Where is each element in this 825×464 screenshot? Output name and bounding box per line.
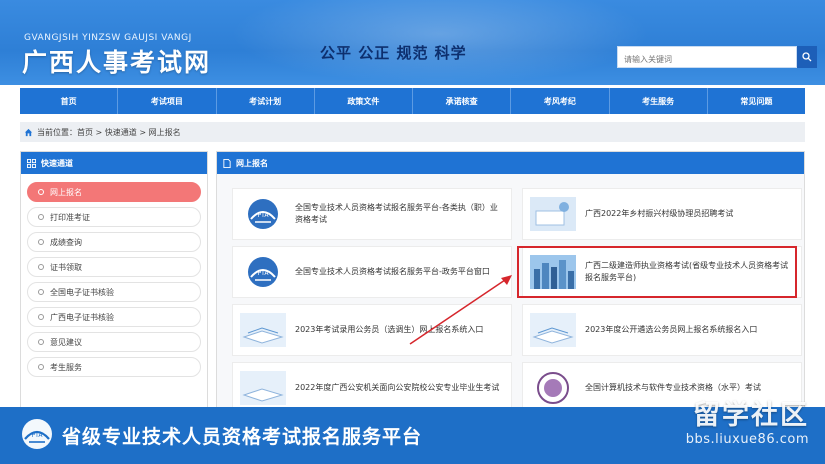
search-input[interactable] (618, 49, 796, 70)
bullet-icon (38, 264, 44, 270)
registration-card[interactable]: 广西2022年乡村振兴村级协理员招聘考试 (522, 188, 802, 240)
nav-item-exam-plan[interactable]: 考试计划 (217, 88, 315, 114)
card-title: 2023年考试录用公务员（选调生）网上报名系统入口 (295, 325, 484, 334)
bullet-icon (38, 239, 44, 245)
book-thumbnail-icon (239, 370, 287, 406)
card-title: 全国专业技术人员资格考试报名服务平台-政务平台窗口 (295, 267, 490, 276)
card-title: 广西二级建造师执业资格考试(省级专业技术人员资格考试报名服务平台) (585, 261, 789, 282)
sidebar-item-label: 成绩查询 (50, 237, 82, 247)
pta-logo-icon: PTA (20, 417, 54, 455)
search-box (617, 46, 797, 70)
site-pinyin: GVANGJSIH YINZSW GAUJSI VANGJ (24, 33, 192, 43)
grid-icon (27, 158, 36, 168)
sidebar-item-label: 考生服务 (50, 362, 82, 372)
banner-title: 省级专业技术人员资格考试报名服务平台 (62, 426, 423, 448)
svg-text:PTA: PTA (32, 432, 44, 439)
home-icon (24, 128, 33, 136)
watermark-url: bbs.liuxue86.com (685, 432, 809, 447)
sidebar-item-certificate[interactable]: 证书领取 (27, 257, 201, 277)
search-icon (802, 52, 812, 62)
bullet-icon (38, 189, 44, 195)
registration-card[interactable]: 广西二级建造师执业资格考试(省级专业技术人员资格考试报名服务平台) (522, 246, 802, 298)
svg-text:PTA: PTA (258, 270, 270, 277)
sidebar-item-label: 广西电子证书核验 (50, 312, 114, 322)
sidebar-item-label: 证书领取 (50, 262, 82, 272)
nav-item-services[interactable]: 考生服务 (610, 88, 708, 114)
pta-logo-icon: PTA (239, 196, 287, 232)
site-slogan: 公平 公正 规范 科学 (320, 44, 467, 62)
registration-card[interactable]: 2023年考试录用公务员（选调生）网上报名系统入口 (232, 304, 512, 356)
registration-card[interactable]: PTA 全国专业技术人员资格考试报名服务平台-政务平台窗口 (232, 246, 512, 298)
city-thumbnail-icon (529, 254, 577, 290)
bullet-icon (38, 314, 44, 320)
emblem-icon (529, 370, 577, 406)
main-nav: 首页 考试项目 考试计划 政策文件 承诺核查 考风考纪 考生服务 常见问题 (20, 88, 805, 114)
book-thumbnail-icon (529, 312, 577, 348)
registration-card[interactable]: PTA 全国专业技术人员资格考试报名服务平台-各类执（职）业资格考试 (232, 188, 512, 240)
main-title: 网上报名 (236, 158, 268, 168)
sidebar-item-label: 打印准考证 (50, 212, 90, 222)
document-icon (223, 158, 231, 168)
main-header: 网上报名 (217, 152, 804, 174)
card-title: 全国专业技术人员资格考试报名服务平台-各类执（职）业资格考试 (295, 203, 498, 224)
pta-logo-icon: PTA (239, 254, 287, 290)
nav-item-exam-projects[interactable]: 考试项目 (118, 88, 217, 114)
sidebar-item-feedback[interactable]: 意见建议 (27, 332, 201, 352)
nav-item-discipline[interactable]: 考风考纪 (511, 88, 610, 114)
bullet-icon (38, 289, 44, 295)
site-header: GVANGJSIH YINZSW GAUJSI VANGJ 广西人事考试网 公平… (0, 0, 825, 85)
nav-item-faq[interactable]: 常见问题 (708, 88, 805, 114)
bullet-icon (38, 364, 44, 370)
card-title: 广西2022年乡村振兴村级协理员招聘考试 (585, 209, 734, 218)
sidebar-item-guangxi-cert-verify[interactable]: 广西电子证书核验 (27, 307, 201, 327)
registration-card[interactable]: 2023年度公开遴选公务员网上报名系统报名入口 (522, 304, 802, 356)
sidebar-item-online-registration[interactable]: 网上报名 (27, 182, 201, 202)
sidebar-item-label: 网上报名 (50, 187, 82, 197)
sidebar-item-label: 意见建议 (50, 337, 82, 347)
breadcrumb-text: 当前位置：首页 > 快速通道 > 网上报名 (37, 127, 181, 137)
sidebar-list: 网上报名 打印准考证 成绩查询 证书领取 全国电子证书核验 广西电子证书核验 意… (21, 174, 207, 377)
site-name[interactable]: 广西人事考试网 (22, 43, 211, 79)
watermark-logo: 留学社区 (693, 400, 809, 431)
search-button[interactable] (797, 46, 817, 68)
photo-thumbnail-icon (529, 196, 577, 232)
sidebar-header: 快速通道 (21, 152, 207, 174)
bullet-icon (38, 339, 44, 345)
card-title: 2022年度广西公安机关面向公安院校公安专业毕业生考试 (295, 383, 500, 392)
sidebar-item-label: 全国电子证书核验 (50, 287, 114, 297)
breadcrumb: 当前位置：首页 > 快速通道 > 网上报名 (20, 122, 805, 142)
nav-item-policy[interactable]: 政策文件 (315, 88, 413, 114)
sidebar-title: 快速通道 (41, 158, 73, 168)
sidebar-item-candidate-services[interactable]: 考生服务 (27, 357, 201, 377)
sidebar-item-score-query[interactable]: 成绩查询 (27, 232, 201, 252)
nav-item-commitment[interactable]: 承诺核查 (413, 88, 512, 114)
sidebar-item-national-cert-verify[interactable]: 全国电子证书核验 (27, 282, 201, 302)
book-thumbnail-icon (239, 312, 287, 348)
svg-text:PTA: PTA (258, 212, 270, 219)
bullet-icon (38, 214, 44, 220)
nav-item-home[interactable]: 首页 (20, 88, 119, 114)
sidebar-item-print-admission[interactable]: 打印准考证 (27, 207, 201, 227)
sidebar: 快速通道 网上报名 打印准考证 成绩查询 证书领取 全国电子证书核验 广西电子证… (20, 151, 208, 411)
card-title: 2023年度公开遴选公务员网上报名系统报名入口 (585, 325, 758, 334)
